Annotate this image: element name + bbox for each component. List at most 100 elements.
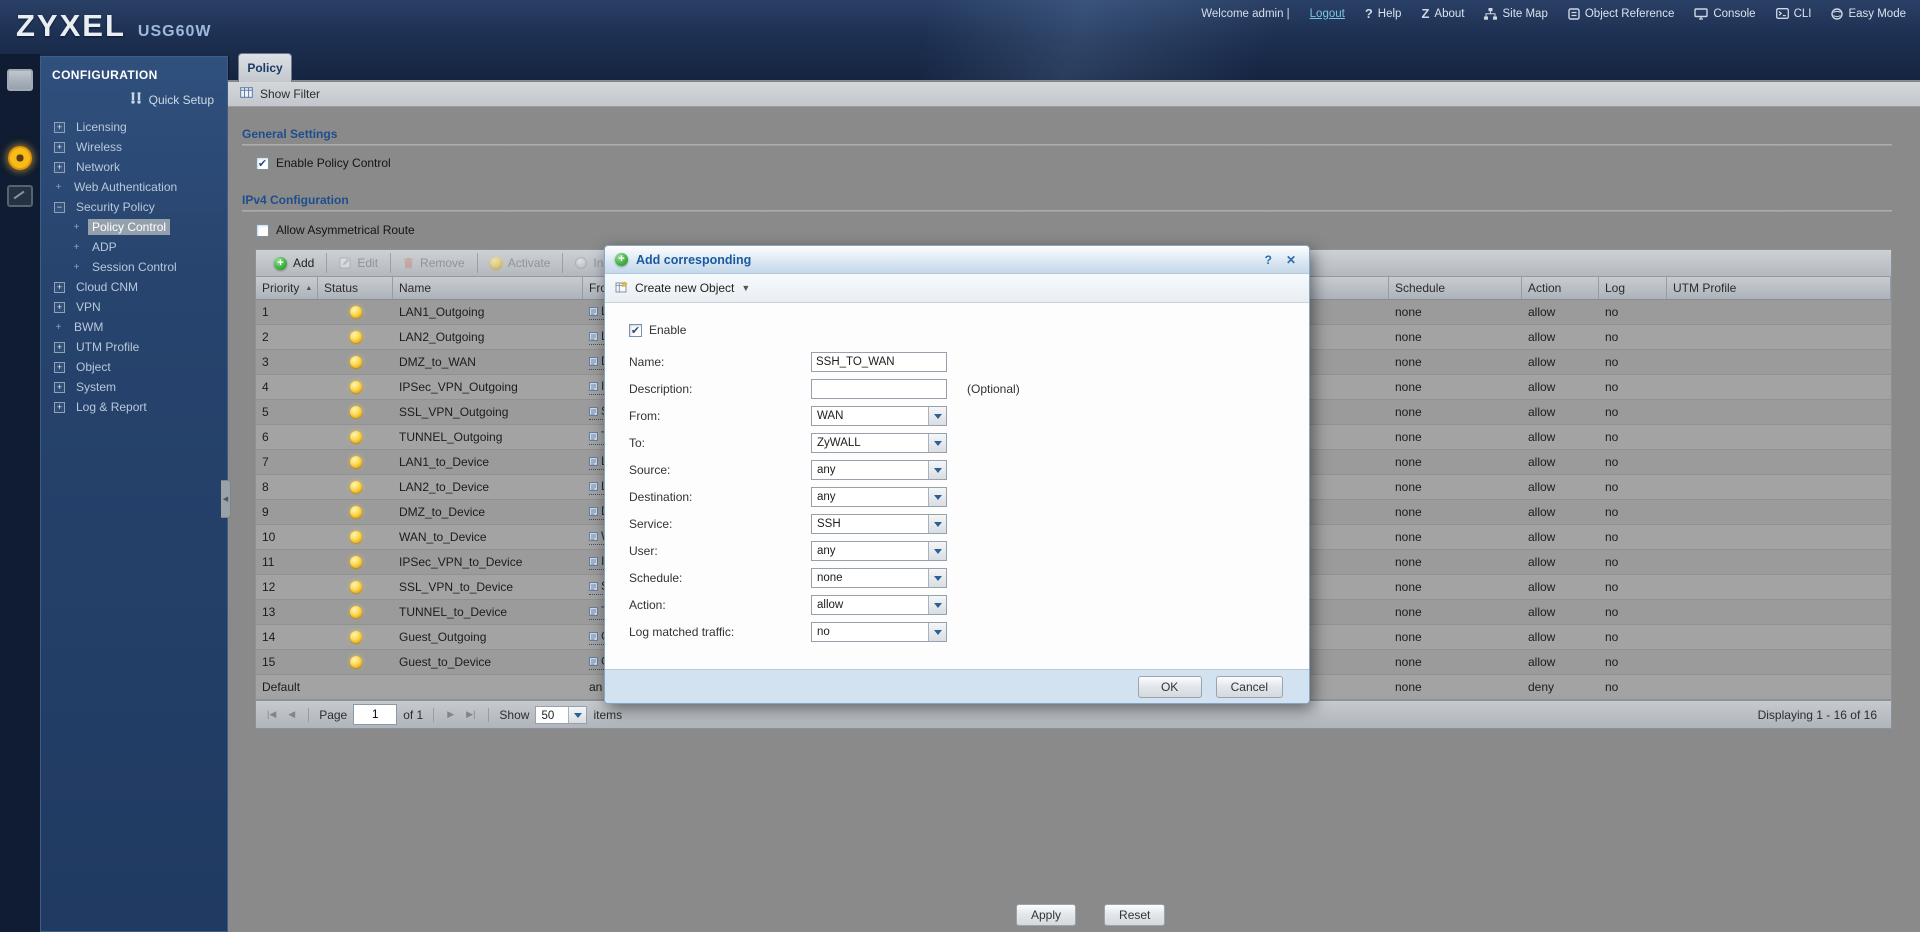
allow-asymmetrical-route-checkbox[interactable] (256, 224, 269, 237)
rail-configuration-icon[interactable] (7, 146, 33, 170)
logout-link[interactable]: Logout (1310, 8, 1345, 20)
log-matched-traffic-select[interactable]: no (811, 622, 947, 642)
menu-item-about[interactable]: ZAbout (1421, 6, 1464, 21)
sidebar-item-policy-control[interactable]: +Policy Control (40, 217, 228, 237)
sidebar-item-wireless[interactable]: +Wireless (40, 137, 228, 157)
sidebar-item-label: Web Authentication (70, 179, 181, 195)
apply-button[interactable]: Apply (1016, 904, 1076, 926)
menu-item-site-map[interactable]: Site Map (1484, 8, 1547, 20)
cell-utm-profile (1667, 575, 1891, 599)
expand-icon[interactable]: + (54, 122, 65, 133)
page-input[interactable] (353, 704, 397, 725)
expand-icon[interactable]: + (54, 142, 65, 153)
cell-priority: 6 (256, 425, 318, 449)
cell-value: LAN1_to_Device (399, 455, 489, 469)
divider (242, 210, 1892, 212)
cell-utm-profile (1667, 300, 1891, 324)
sidebar-item-adp[interactable]: +ADP (40, 237, 228, 257)
cell-value: SSL_VPN_Outgoing (399, 405, 508, 419)
brand-logo: ZYXEL (16, 8, 126, 44)
cell-priority: 12 (256, 575, 318, 599)
sidebar-item-system[interactable]: +System (40, 377, 228, 397)
expand-icon[interactable]: + (54, 402, 65, 413)
reset-button[interactable]: Reset (1104, 904, 1165, 926)
cell-priority: 4 (256, 375, 318, 399)
cell-value: none (1395, 655, 1422, 669)
cell-name: WAN_to_Device (393, 525, 583, 549)
quick-setup-button[interactable]: Quick Setup (40, 84, 228, 117)
cancel-button[interactable]: Cancel (1216, 676, 1283, 698)
sidebar-item-network[interactable]: +Network (40, 157, 228, 177)
expand-icon[interactable]: + (54, 302, 65, 313)
column-header-name[interactable]: Name (393, 277, 583, 299)
chevron-down-icon (928, 542, 946, 560)
sidebar-item-web-authentication[interactable]: +Web Authentication (40, 177, 228, 197)
dialog-close-icon[interactable]: ✕ (1283, 253, 1299, 267)
dialog-help-icon[interactable]: ? (1262, 253, 1275, 267)
sidebar-item-log-report[interactable]: +Log & Report (40, 397, 228, 417)
cell-name: Guest_Outgoing (393, 625, 583, 649)
menu-item-object-reference[interactable]: Object Reference (1568, 8, 1675, 20)
sidebar-item-security-policy[interactable]: −Security Policy (40, 197, 228, 217)
name-input[interactable] (811, 352, 947, 372)
create-new-object-menu[interactable]: Create new Object ▼ (605, 274, 1309, 303)
sidebar-item-object[interactable]: +Object (40, 357, 228, 377)
cell-action: allow (1522, 500, 1599, 524)
column-header-log[interactable]: Log (1599, 277, 1667, 299)
schedule-select[interactable]: none (811, 568, 947, 588)
column-header-action[interactable]: Action (1522, 277, 1599, 299)
enable-policy-control-checkbox[interactable]: ✔ (256, 157, 269, 170)
sidebar-item-bwm[interactable]: +BWM (40, 317, 228, 337)
column-header-utm-profile[interactable]: UTM Profile (1667, 277, 1891, 299)
to-select[interactable]: ZyWALL (811, 433, 947, 453)
add-button[interactable]: +Add (262, 253, 327, 273)
expand-icon[interactable]: + (54, 162, 65, 173)
status-on-bulb-icon (350, 431, 362, 443)
page-size-select[interactable]: 50 (535, 706, 587, 724)
menu-item-easy-mode[interactable]: Easy Mode (1831, 8, 1906, 20)
cell-value: no (1605, 655, 1618, 669)
cell-value: 8 (262, 480, 269, 494)
enable-policy-control-row: ✔ Enable Policy Control (256, 156, 391, 170)
from-select[interactable]: WAN (811, 406, 947, 426)
sidebar-item-utm-profile[interactable]: +UTM Profile (40, 337, 228, 357)
expand-icon[interactable]: + (54, 382, 65, 393)
menu-item-help[interactable]: ?Help (1365, 6, 1402, 21)
cell-schedule: none (1389, 450, 1522, 474)
cell-status (318, 625, 393, 649)
expand-icon[interactable]: + (54, 362, 65, 373)
cell-value: DMZ_to_WAN (399, 355, 476, 369)
menu-item-cli[interactable]: CLI (1776, 8, 1812, 20)
expand-icon[interactable]: + (54, 282, 65, 293)
sidebar-collapse-handle[interactable]: ◀ (221, 480, 231, 518)
expand-icon[interactable]: + (54, 342, 65, 353)
destination-select[interactable]: any (811, 487, 947, 507)
sidebar-item-cloud-cnm[interactable]: +Cloud CNM (40, 277, 228, 297)
action-select[interactable]: allow (811, 595, 947, 615)
rail-maintenance-icon[interactable] (7, 184, 33, 208)
cell-value: 9 (262, 505, 269, 519)
source-select[interactable]: any (811, 460, 947, 480)
rail-dashboard-icon[interactable] (7, 68, 33, 92)
cell-status (318, 675, 393, 699)
service-select[interactable]: SSH (811, 514, 947, 534)
edit-icon (339, 257, 351, 269)
cell-schedule: none (1389, 500, 1522, 524)
description-input[interactable] (811, 379, 947, 399)
enable-checkbox[interactable]: ✔ (629, 324, 642, 337)
show-filter-toggle[interactable]: Show Filter (228, 81, 1920, 107)
ok-button[interactable]: OK (1138, 676, 1202, 698)
user-select[interactable]: any (811, 541, 947, 561)
tab-policy[interactable]: Policy (238, 53, 292, 82)
sidebar-item-licensing[interactable]: +Licensing (40, 117, 228, 137)
column-header-status[interactable]: Status (318, 277, 393, 299)
toolbar-button-label: Edit (357, 256, 378, 270)
sidebar-item-session-control[interactable]: +Session Control (40, 257, 228, 277)
items-label: items (593, 708, 622, 722)
collapse-icon[interactable]: − (54, 202, 65, 213)
column-header-priority[interactable]: Priority▲ (256, 277, 318, 299)
column-header-schedule[interactable]: Schedule (1389, 277, 1522, 299)
sidebar-item-vpn[interactable]: +VPN (40, 297, 228, 317)
menu-item-console[interactable]: Console (1694, 8, 1755, 20)
status-on-bulb-icon (350, 331, 362, 343)
